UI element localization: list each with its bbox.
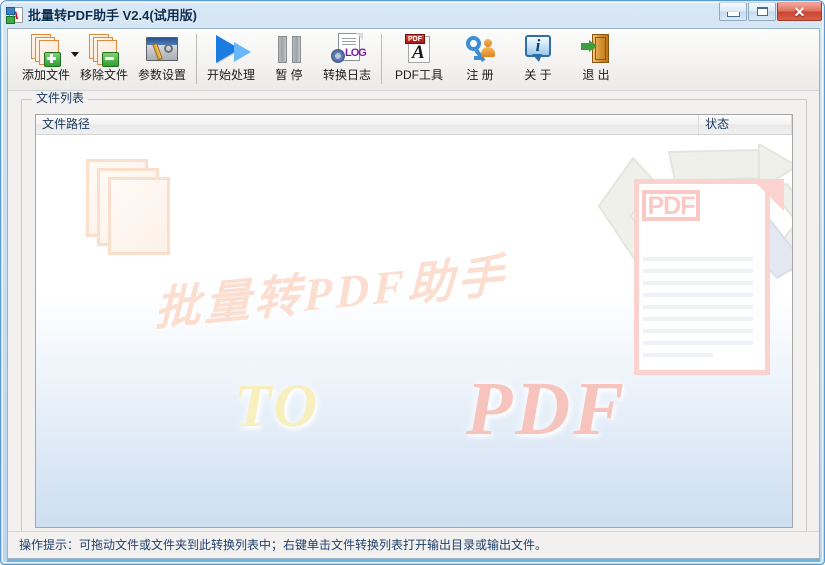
settings-label: 参数设置 bbox=[137, 68, 186, 82]
file-list-body[interactable]: PDF 批量转PDF助手 TO PDF bbox=[36, 134, 792, 527]
register-label: 注 册 bbox=[466, 68, 494, 82]
toolbar: 添加文件 移除文件 参数设置 开始处理 暂 停 LOG 转换日志 A PDF P… bbox=[8, 29, 819, 91]
about-label: 关 于 bbox=[524, 68, 552, 82]
exit-icon bbox=[567, 32, 625, 66]
close-icon: ✕ bbox=[793, 3, 806, 20]
document-stack-watermark-icon bbox=[86, 159, 196, 264]
about-button[interactable]: i 关 于 bbox=[509, 32, 567, 88]
maximize-button[interactable] bbox=[748, 2, 776, 21]
settings-button[interactable]: 参数设置 bbox=[133, 32, 191, 88]
info-icon: i bbox=[509, 32, 567, 66]
window-title: 批量转PDF助手 V2.4(试用版) bbox=[28, 7, 198, 23]
file-list-view[interactable]: 文件路径 状态 PDF 批量转PDF助手 TO PDF bbox=[35, 114, 793, 528]
status-bar: 操作提示：可拖动文件或文件夹到此转换列表中；右键单击文件转换列表打开输出目录或输… bbox=[8, 531, 819, 558]
remove-files-button[interactable]: 移除文件 bbox=[75, 32, 133, 88]
add-files-button[interactable]: 添加文件 bbox=[17, 32, 79, 88]
minimize-icon bbox=[726, 11, 740, 17]
exit-label: 退 出 bbox=[582, 68, 610, 82]
pdf-doc-label: PDF bbox=[642, 190, 700, 221]
watermark-to-text: TO bbox=[234, 373, 321, 440]
pdf-tools-label: PDF工具 bbox=[394, 68, 443, 82]
pause-button[interactable]: 暂 停 bbox=[260, 32, 318, 88]
recycle-arrows-watermark-icon bbox=[591, 142, 792, 280]
watermark-pdf-text: PDF bbox=[466, 367, 627, 451]
title-bar[interactable]: A 批量转PDF助手 V2.4(试用版) ✕ bbox=[1, 1, 825, 27]
watermark-chinese-text: 批量转PDF助手 bbox=[154, 249, 508, 336]
pdf-tools-button[interactable]: A PDF PDF工具 bbox=[387, 32, 451, 88]
register-button[interactable]: 注 册 bbox=[451, 32, 509, 88]
pdf-document-watermark-icon: PDF bbox=[634, 179, 784, 394]
start-processing-label: 开始处理 bbox=[206, 68, 255, 82]
settings-icon bbox=[133, 32, 191, 66]
play-icon bbox=[202, 32, 260, 66]
key-icon bbox=[451, 32, 509, 66]
conversion-log-label: 转换日志 bbox=[322, 68, 371, 82]
remove-files-icon bbox=[75, 32, 133, 67]
window-controls: ✕ bbox=[719, 2, 822, 21]
column-header-status[interactable]: 状态 bbox=[699, 115, 792, 134]
minimize-button[interactable] bbox=[719, 2, 747, 21]
add-files-label: 添加文件 bbox=[21, 68, 70, 82]
pdf-app-icon: A bbox=[6, 6, 23, 24]
remove-files-label: 移除文件 bbox=[79, 68, 128, 82]
log-icon: LOG bbox=[318, 32, 376, 66]
pdf-tool-icon: A PDF bbox=[387, 32, 451, 66]
maximize-icon bbox=[756, 7, 768, 16]
close-button[interactable]: ✕ bbox=[777, 2, 822, 21]
pause-icon bbox=[260, 32, 318, 66]
start-processing-button[interactable]: 开始处理 bbox=[202, 32, 260, 88]
pause-label: 暂 停 bbox=[275, 68, 303, 82]
exit-button[interactable]: 退 出 bbox=[567, 32, 625, 88]
file-list-header: 文件路径 状态 bbox=[36, 115, 792, 135]
application-window: A 批量转PDF助手 V2.4(试用版) ✕ 添加文件 移除文件 参数设置 开始… bbox=[0, 0, 825, 565]
window-bottom-accent bbox=[7, 559, 820, 562]
client-area: 添加文件 移除文件 参数设置 开始处理 暂 停 LOG 转换日志 A PDF P… bbox=[7, 28, 820, 559]
file-list-group-label: 文件列表 bbox=[32, 91, 89, 105]
column-header-path[interactable]: 文件路径 bbox=[36, 115, 700, 134]
conversion-log-button[interactable]: LOG 转换日志 bbox=[318, 32, 376, 88]
add-files-icon bbox=[17, 32, 79, 67]
toolbar-separator-2 bbox=[381, 34, 382, 84]
status-bar-text: 操作提示：可拖动文件或文件夹到此转换列表中；右键单击文件转换列表打开输出目录或输… bbox=[19, 538, 548, 552]
file-list-group: 文件列表 文件路径 状态 PDF 批量转PDF助手 TO PDF bbox=[21, 91, 807, 541]
toolbar-separator bbox=[196, 34, 197, 84]
